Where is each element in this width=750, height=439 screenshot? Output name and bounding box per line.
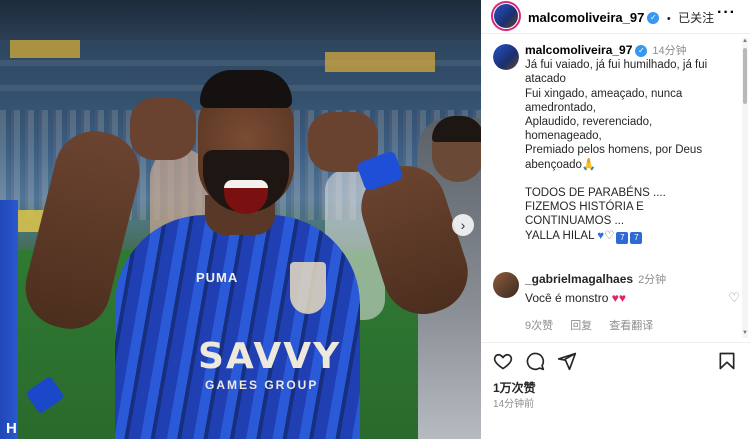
avatar[interactable] (491, 1, 521, 31)
comment-header: _gabrielmagalhaes 2分钟 (525, 270, 750, 288)
avatar-image (493, 44, 519, 70)
player-left-fist (130, 98, 196, 160)
comment-username[interactable]: _gabrielmagalhaes (525, 272, 633, 286)
caption-line: Premiado pelos homens, por Deus (525, 144, 703, 157)
club-crest (290, 262, 326, 314)
bookmark-icon[interactable] (717, 351, 737, 371)
comment-item: _gabrielmagalhaes 2分钟 Você é monstro ♥♥ 9… (525, 270, 750, 333)
watermark-logo: H (6, 420, 17, 437)
comment-avatar[interactable] (493, 272, 519, 298)
username-link[interactable]: malcomoliveira_97 (528, 10, 644, 25)
caption-line-with-emoji: YALLA HILAL ♥♡ 7 7 (525, 229, 740, 244)
praying-hands-icon: 🙏 (581, 158, 597, 171)
caption-line: Aplaudido, reverenciado, (525, 116, 653, 129)
separator-dot: • (666, 13, 671, 25)
likes-count[interactable]: 1万次赞 (493, 379, 536, 396)
stadium-board (10, 40, 80, 58)
scroll-up-arrow[interactable]: ▲ (742, 38, 748, 44)
sponsor-text: SAVVY (198, 336, 342, 377)
caption-avatar[interactable] (493, 44, 519, 70)
caption-header: malcomoliveira_97 ✓ 14分钟 (525, 43, 740, 58)
header-user-row: malcomoliveira_97 ✓ • 已关注 (528, 9, 714, 27)
caption-line: TODOS DE PARABÉNS .... (525, 187, 666, 200)
player-jersey (115, 215, 360, 439)
stadium-board (325, 52, 435, 72)
comment-icon[interactable] (525, 351, 545, 371)
caption-username[interactable]: malcomoliveira_97 (525, 43, 632, 57)
caption-text: YALLA HILAL (525, 229, 595, 242)
verified-badge-icon: ✓ (647, 11, 660, 24)
scroll-down-arrow[interactable]: ▼ (742, 330, 748, 336)
heart-icon[interactable]: ♡ (728, 290, 740, 306)
post-actions: 1万次赞 14分钟前 (481, 342, 750, 439)
keycap-seven-icon: 7 (630, 231, 643, 244)
caption-line: Já fui vaiado, já fui humilhado, já fui (525, 59, 708, 72)
sponsor-subtext: GAMES GROUP (205, 378, 319, 392)
white-heart-icon: ♡ (604, 229, 615, 242)
comment-text-row: Você é monstro ♥♥ (525, 291, 750, 305)
post-image[interactable]: PUMA SAVVY GAMES GROUP H › (0, 0, 481, 439)
comment-meta: 9次赞 回复 查看翻译 (525, 317, 750, 333)
comment-time: 2分钟 (638, 274, 667, 286)
caption-line-with-emoji: abençoado🙏 (525, 158, 740, 172)
translate-button[interactable]: 查看翻译 (609, 320, 653, 332)
caption-line: FIZEMOS HISTÓRIA E (525, 201, 644, 214)
caption-line: CONTINUAMOS ... (525, 215, 625, 228)
post-header: malcomoliveira_97 ✓ • 已关注 ··· (481, 0, 750, 34)
reply-button[interactable]: 回复 (570, 320, 592, 332)
player-hair (200, 70, 292, 108)
caption-line: atacado (525, 73, 566, 86)
post-details-panel: malcomoliveira_97 ✓ • 已关注 ··· malcomolive… (481, 0, 750, 439)
avatar-image (494, 4, 518, 28)
comment-text: Você é monstro (525, 291, 609, 305)
caption-line: Fui xingado, ameaçado, nunca (525, 87, 683, 100)
keycap-seven-icon: 7 (616, 231, 629, 244)
send-icon[interactable] (557, 351, 577, 371)
more-horizontal-icon[interactable]: ··· (717, 4, 736, 22)
post-caption: malcomoliveira_97 ✓ 14分钟 Já fui vaiado, já… (525, 43, 740, 244)
caption-time: 14分钟 (652, 45, 687, 57)
caption-line: amedrontado, (525, 101, 596, 114)
red-heart-icon: ♥♥ (611, 291, 626, 305)
brand-logo: PUMA (196, 270, 239, 285)
caption-text: abençoado (525, 158, 582, 171)
chevron-right-icon[interactable]: › (452, 214, 474, 236)
follow-status-button[interactable]: 已关注 (678, 11, 714, 25)
left-edge-player (0, 200, 18, 439)
scrollbar-thumb[interactable] (743, 48, 747, 104)
comment-likes[interactable]: 9次赞 (525, 320, 553, 332)
stadium-roof (0, 0, 481, 40)
caption-line: homenageado, (525, 130, 602, 143)
heart-icon[interactable] (493, 351, 513, 371)
verified-badge-icon: ✓ (635, 44, 648, 57)
posted-time[interactable]: 14分钟前 (493, 395, 534, 410)
